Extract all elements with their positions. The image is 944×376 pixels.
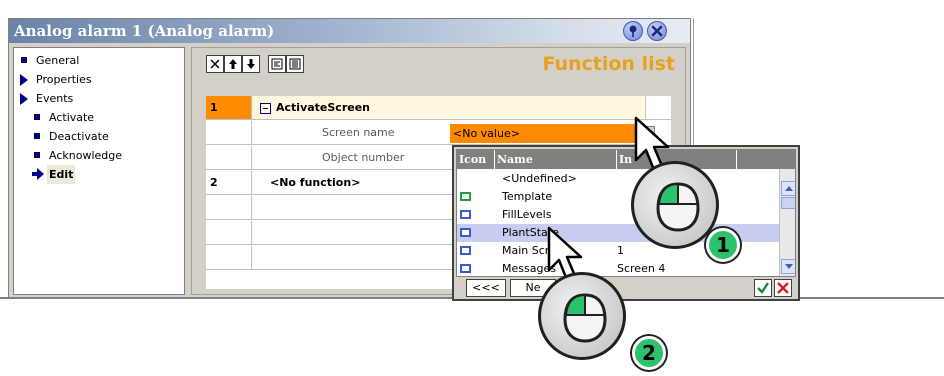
screen-icon [460, 192, 471, 201]
nav-item-label: Properties [36, 73, 92, 86]
bullet-icon [34, 114, 40, 120]
nav-item-properties[interactable]: Properties [14, 70, 184, 89]
column-header-name[interactable]: Name [495, 150, 617, 169]
move-up-button[interactable] [224, 55, 242, 73]
nav-item-acknowledge[interactable]: Acknowledge [14, 146, 184, 165]
scroll-thumb[interactable] [781, 197, 795, 209]
screen-list: Icon Name In <Undefined> Template FillLe… [456, 149, 796, 277]
delete-icon [210, 59, 220, 69]
expand-triangle-icon [20, 74, 28, 86]
row-number [206, 146, 252, 170]
screen-icon [460, 228, 471, 237]
list-item-name: <Undefined> [502, 172, 577, 185]
nav-item-label: General [36, 54, 80, 67]
pin-button[interactable] [623, 21, 643, 41]
expand-triangle-icon [20, 93, 28, 105]
list-item-name: FillLevels [502, 208, 552, 221]
bullet-icon [34, 133, 40, 139]
function-cell: ActivateScreen [252, 96, 645, 120]
move-down-icon [247, 59, 255, 69]
vertical-scrollbar[interactable] [779, 169, 795, 276]
list-icon [289, 58, 301, 70]
parameter-row[interactable]: Screen name <No value> [206, 121, 671, 146]
nav-item-activate[interactable]: Activate [14, 108, 184, 127]
bullet-icon [34, 152, 40, 158]
cancel-button[interactable] [774, 279, 792, 297]
close-button[interactable] [647, 21, 667, 41]
function-name: ActivateScreen [276, 101, 370, 114]
row-number [206, 196, 252, 220]
move-up-icon [229, 59, 237, 69]
arrow-right-icon [32, 168, 44, 180]
list-item[interactable]: <Undefined> [457, 170, 779, 188]
nav-item-label: Deactivate [49, 130, 109, 143]
list-button[interactable] [286, 55, 304, 73]
screen-icon [460, 210, 471, 219]
navigation-tree: General Properties Events Activate Deact… [13, 47, 185, 295]
nav-item-label: Edit [47, 165, 76, 184]
column-header-blank [737, 150, 795, 169]
delete-button[interactable] [206, 55, 224, 73]
parameter-value-field[interactable]: <No value> [450, 124, 645, 143]
window-title: Analog alarm 1 (Analog alarm) [14, 22, 275, 40]
nav-item-events[interactable]: Events [14, 89, 184, 108]
screen-selection-popup: Icon Name In <Undefined> Template FillLe… [452, 145, 800, 301]
screen-icon [460, 264, 471, 273]
previous-button[interactable]: <<< [466, 279, 506, 297]
nav-item-label: Activate [49, 111, 95, 124]
step-badge-2: 2 [632, 336, 666, 370]
row-number [206, 221, 252, 245]
list-item-extra: Screen 4 [617, 262, 666, 275]
row-number [206, 121, 252, 145]
mouse-click-icon [631, 161, 719, 249]
list-item[interactable]: Template [457, 188, 779, 206]
collapse-icon[interactable] [260, 103, 271, 114]
nav-item-label: Acknowledge [49, 149, 123, 162]
close-icon [651, 25, 663, 37]
nav-item-label: Events [36, 92, 74, 105]
close-icon [777, 282, 789, 294]
function-name: <No function> [270, 176, 361, 189]
nav-item-deactivate[interactable]: Deactivate [14, 127, 184, 146]
parameter-label: Object number [322, 151, 405, 164]
move-down-button[interactable] [242, 55, 260, 73]
checkmark-icon [757, 282, 769, 294]
list-item-extra: 1 [617, 244, 624, 257]
scroll-down-button[interactable] [781, 259, 795, 274]
screen-icon [460, 246, 471, 255]
parameter-label: Screen name [322, 126, 395, 139]
step-badge-1: 1 [706, 228, 740, 262]
pin-icon [629, 25, 637, 37]
nav-item-general[interactable]: General [14, 51, 184, 70]
insert-button[interactable] [268, 55, 286, 73]
list-item[interactable]: Messages Screen 4 [457, 260, 779, 276]
list-item[interactable]: FillLevels [457, 206, 779, 224]
scroll-up-button[interactable] [781, 181, 795, 196]
row-number: 1 [206, 96, 252, 120]
column-header-icon[interactable]: Icon [457, 150, 495, 169]
insert-icon [271, 58, 283, 70]
row-number [206, 246, 252, 270]
list-item-name: Template [502, 190, 553, 203]
confirm-button[interactable] [754, 279, 772, 297]
mouse-click-icon [538, 272, 626, 360]
function-row[interactable]: 1 ActivateScreen [206, 96, 671, 121]
bullet-icon [21, 57, 27, 63]
title-bar: Analog alarm 1 (Analog alarm) [9, 19, 690, 43]
row-number: 2 [206, 171, 252, 195]
function-list-title: Function list [542, 53, 675, 75]
nav-item-edit[interactable]: Edit [14, 165, 184, 184]
